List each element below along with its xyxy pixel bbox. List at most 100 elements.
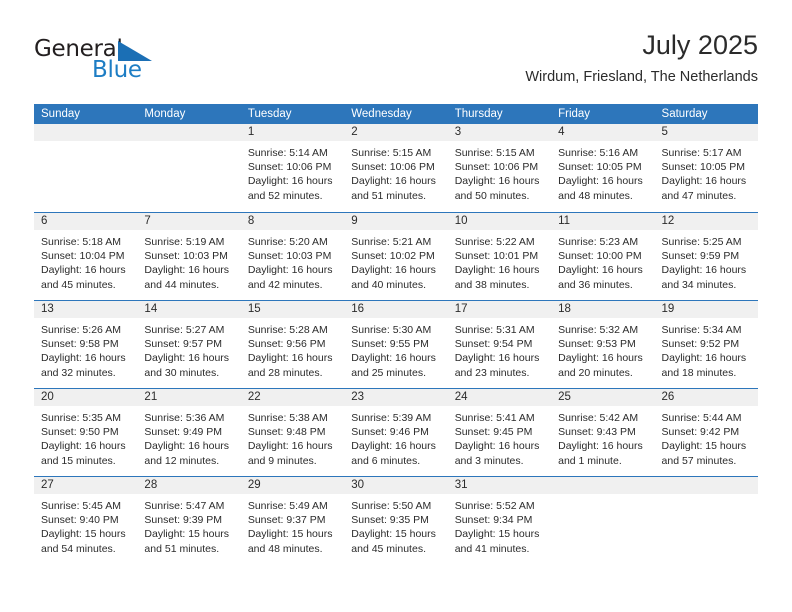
day-number <box>654 477 758 494</box>
day-number: 22 <box>240 389 345 406</box>
sunset-text: Sunset: 10:06 PM <box>247 161 332 174</box>
day-cell[interactable]: 12 Sunrise: 5:25 AM Sunset: 9:59 PM Dayl… <box>654 213 758 300</box>
day-cell[interactable] <box>137 124 241 212</box>
sunset-text: Sunset: 9:59 PM <box>661 250 740 263</box>
daylight-text-line1: Daylight: 16 hours <box>247 175 333 188</box>
sunrise-text: Sunrise: 5:27 AM <box>144 324 225 336</box>
day-cell[interactable]: 5 Sunrise: 5:17 AM Sunset: 10:05 PM Dayl… <box>654 124 758 212</box>
weekday-header-saturday: Saturday <box>661 108 708 120</box>
day-details <box>137 141 240 146</box>
day-details <box>655 494 758 499</box>
daylight-text-line1: Daylight: 16 hours <box>144 352 230 365</box>
day-cell[interactable]: 21 Sunrise: 5:36 AM Sunset: 9:49 PM Dayl… <box>137 389 241 476</box>
day-number <box>551 477 655 494</box>
day-details: Sunrise: 5:17 AM Sunset: 10:05 PM Daylig… <box>655 141 758 203</box>
day-cell[interactable]: 28 Sunrise: 5:47 AM Sunset: 9:39 PM Dayl… <box>137 477 241 564</box>
sunset-text: Sunset: 9:37 PM <box>247 514 326 527</box>
day-cell[interactable]: 20 Sunrise: 5:35 AM Sunset: 9:50 PM Dayl… <box>34 389 138 476</box>
day-cell[interactable]: 19 Sunrise: 5:34 AM Sunset: 9:52 PM Dayl… <box>654 301 758 388</box>
day-details: Sunrise: 5:14 AM Sunset: 10:06 PM Daylig… <box>241 141 344 203</box>
day-cell[interactable]: 18 Sunrise: 5:32 AM Sunset: 9:53 PM Dayl… <box>551 301 655 388</box>
day-cell[interactable]: 7 Sunrise: 5:19 AM Sunset: 10:03 PM Dayl… <box>137 213 241 300</box>
day-cell[interactable]: 2 Sunrise: 5:15 AM Sunset: 10:06 PM Dayl… <box>344 124 448 212</box>
day-cell[interactable]: 17 Sunrise: 5:31 AM Sunset: 9:54 PM Dayl… <box>447 301 552 388</box>
daylight-text-line2: and 25 minutes. <box>351 366 426 379</box>
daylight-text-line2: and 32 minutes. <box>41 366 116 379</box>
day-cell[interactable]: 31 Sunrise: 5:52 AM Sunset: 9:34 PM Dayl… <box>447 477 552 564</box>
daylight-text-line2: and 6 minutes. <box>351 454 421 467</box>
sunset-text: Sunset: 10:00 PM <box>558 250 642 263</box>
day-details <box>34 141 137 146</box>
weekday-header-row: Sunday Monday Tuesday Wednesday Thursday… <box>34 104 758 124</box>
day-cell[interactable]: 30 Sunrise: 5:50 AM Sunset: 9:35 PM Dayl… <box>344 477 448 564</box>
daylight-text-line1: Daylight: 15 hours <box>351 528 436 541</box>
sunrise-text: Sunrise: 5:14 AM <box>247 147 328 159</box>
day-cell[interactable]: 14 Sunrise: 5:27 AM Sunset: 9:57 PM Dayl… <box>137 301 241 388</box>
day-cell[interactable]: 8 Sunrise: 5:20 AM Sunset: 10:03 PM Dayl… <box>240 213 345 300</box>
sunrise-text: Sunrise: 5:35 AM <box>41 412 121 424</box>
day-cell[interactable]: 11 Sunrise: 5:23 AM Sunset: 10:00 PM Day… <box>551 213 655 300</box>
day-cell[interactable]: 25 Sunrise: 5:42 AM Sunset: 9:43 PM Dayl… <box>551 389 655 476</box>
daylight-text-line2: and 41 minutes. <box>454 542 530 555</box>
day-details: Sunrise: 5:52 AM Sunset: 9:34 PM Dayligh… <box>448 494 551 556</box>
page-title: July 2025 <box>642 30 758 60</box>
day-cell[interactable]: 23 Sunrise: 5:39 AM Sunset: 9:46 PM Dayl… <box>344 389 448 476</box>
sunrise-text: Sunrise: 5:15 AM <box>454 147 535 159</box>
day-details: Sunrise: 5:35 AM Sunset: 9:50 PM Dayligh… <box>34 406 137 468</box>
day-cell[interactable]: 13 Sunrise: 5:26 AM Sunset: 9:58 PM Dayl… <box>34 301 138 388</box>
daylight-text-line2: and 51 minutes. <box>351 189 426 202</box>
sunset-text: Sunset: 10:03 PM <box>247 250 332 263</box>
title-block: July 2025 Wirdum, Friesland, The Netherl… <box>525 28 758 88</box>
day-cell[interactable] <box>34 124 138 212</box>
sunrise-text: Sunrise: 5:22 AM <box>454 236 535 248</box>
daylight-text-line1: Daylight: 15 hours <box>247 528 333 541</box>
day-cell[interactable]: 16 Sunrise: 5:30 AM Sunset: 9:55 PM Dayl… <box>344 301 448 388</box>
day-details: Sunrise: 5:41 AM Sunset: 9:45 PM Dayligh… <box>448 406 551 468</box>
sunrise-text: Sunrise: 5:34 AM <box>661 324 742 336</box>
sunrise-text: Sunrise: 5:17 AM <box>661 147 742 159</box>
day-cell[interactable]: 26 Sunrise: 5:44 AM Sunset: 9:42 PM Dayl… <box>654 389 758 476</box>
day-details: Sunrise: 5:36 AM Sunset: 9:49 PM Dayligh… <box>137 406 240 468</box>
brand-name-blue: Blue <box>92 57 142 83</box>
sunrise-text: Sunrise: 5:52 AM <box>454 500 535 512</box>
sunset-text: Sunset: 9:55 PM <box>351 338 429 351</box>
sunset-text: Sunset: 9:53 PM <box>558 338 636 351</box>
day-cell[interactable]: 1 Sunrise: 5:14 AM Sunset: 10:06 PM Dayl… <box>240 124 345 212</box>
daylight-text-line1: Daylight: 16 hours <box>454 440 540 453</box>
daylight-text-line2: and 57 minutes. <box>661 454 737 467</box>
day-cell[interactable] <box>654 477 758 564</box>
daylight-text-line2: and 28 minutes. <box>247 366 323 379</box>
day-cell[interactable]: 27 Sunrise: 5:45 AM Sunset: 9:40 PM Dayl… <box>34 477 138 564</box>
day-number: 18 <box>551 301 655 318</box>
day-cell[interactable]: 10 Sunrise: 5:22 AM Sunset: 10:01 PM Day… <box>447 213 552 300</box>
day-cell[interactable]: 15 Sunrise: 5:28 AM Sunset: 9:56 PM Dayl… <box>240 301 345 388</box>
day-number: 30 <box>344 477 448 494</box>
day-cell[interactable]: 22 Sunrise: 5:38 AM Sunset: 9:48 PM Dayl… <box>240 389 345 476</box>
day-details: Sunrise: 5:45 AM Sunset: 9:40 PM Dayligh… <box>34 494 137 556</box>
brand-logo[interactable]: General Blue <box>34 36 214 88</box>
day-cell[interactable]: 4 Sunrise: 5:16 AM Sunset: 10:05 PM Dayl… <box>551 124 655 212</box>
day-cell[interactable]: 9 Sunrise: 5:21 AM Sunset: 10:02 PM Dayl… <box>344 213 448 300</box>
day-details: Sunrise: 5:47 AM Sunset: 9:39 PM Dayligh… <box>137 494 240 556</box>
sunrise-text: Sunrise: 5:45 AM <box>41 500 121 512</box>
day-cell[interactable]: 29 Sunrise: 5:49 AM Sunset: 9:37 PM Dayl… <box>240 477 345 564</box>
week-row: 13 Sunrise: 5:26 AM Sunset: 9:58 PM Dayl… <box>34 300 758 388</box>
sunrise-text: Sunrise: 5:30 AM <box>351 324 432 336</box>
day-cell[interactable]: 3 Sunrise: 5:15 AM Sunset: 10:06 PM Dayl… <box>447 124 552 212</box>
daylight-text-line2: and 48 minutes. <box>558 189 633 202</box>
sunset-text: Sunset: 10:05 PM <box>661 161 745 174</box>
day-cell[interactable] <box>551 477 655 564</box>
daylight-text-line1: Daylight: 16 hours <box>558 440 643 453</box>
daylight-text-line2: and 45 minutes. <box>351 542 426 555</box>
daylight-text-line1: Daylight: 16 hours <box>41 352 126 365</box>
daylight-text-line2: and 20 minutes. <box>558 366 633 379</box>
daylight-text-line1: Daylight: 16 hours <box>351 264 436 277</box>
day-number: 20 <box>34 389 138 406</box>
daylight-text-line1: Daylight: 16 hours <box>247 440 333 453</box>
day-number: 6 <box>34 213 138 230</box>
day-cell[interactable]: 24 Sunrise: 5:41 AM Sunset: 9:45 PM Dayl… <box>447 389 552 476</box>
day-number: 31 <box>447 477 552 494</box>
day-cell[interactable]: 6 Sunrise: 5:18 AM Sunset: 10:04 PM Dayl… <box>34 213 138 300</box>
day-number: 9 <box>344 213 448 230</box>
daylight-text-line2: and 40 minutes. <box>351 278 426 291</box>
